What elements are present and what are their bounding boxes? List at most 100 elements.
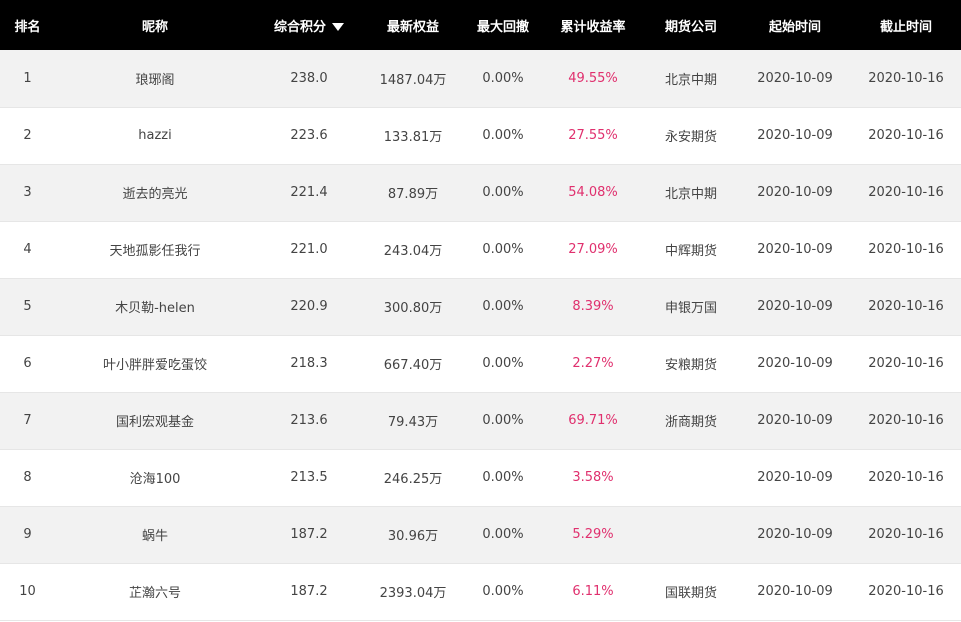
- cell-return-rate: 27.55%: [568, 128, 618, 143]
- table-row: 10 芷瀚六号 187.2 2393.04万 0.00% 6.11% 国联期货 2020-10…: [0, 563, 961, 620]
- cell-start-date: 2020-10-09: [757, 70, 833, 86]
- cell-nickname[interactable]: 琅琊阁: [55, 50, 255, 107]
- cell-return-rate: 49.55%: [568, 70, 618, 86]
- cell-rank: 5: [23, 299, 32, 314]
- cell-start-date: 2020-10-09: [757, 242, 833, 257]
- cell-drawdown: 0.00%: [482, 299, 524, 314]
- cell-equity: 30.96万: [387, 529, 439, 544]
- cell-end-date: 2020-10-16: [868, 584, 944, 599]
- cell-drawdown: 0.00%: [482, 584, 524, 599]
- cell-company: 安粮期货: [664, 358, 717, 373]
- cell-company: 永安期货: [664, 130, 717, 145]
- header-nickname: 昵称: [141, 19, 168, 35]
- table-row: 1 琅琊阁 238.0 1487.04万 0.00% 49.55% 北京中期 2020-10-…: [0, 50, 961, 107]
- cell-return-rate: 54.08%: [568, 185, 618, 200]
- cell-nickname[interactable]: 逝去的亮光: [55, 164, 255, 221]
- cell-score: 238.0: [290, 70, 328, 86]
- cell-company: 国联期货: [664, 586, 717, 601]
- cell-score: 218.3: [290, 356, 328, 371]
- cell-rank: 2: [23, 128, 32, 143]
- cell-start-date: 2020-10-09: [757, 413, 833, 428]
- cell-nickname[interactable]: 天地孤影任我行: [55, 221, 255, 278]
- cell-rank: 8: [23, 470, 32, 485]
- cell-return-rate: 6.11%: [572, 584, 614, 599]
- cell-equity: 87.89万: [387, 187, 439, 202]
- cell-company: 浙商期货: [664, 415, 717, 430]
- cell-start-date: 2020-10-09: [757, 299, 833, 314]
- cell-nickname[interactable]: 国利宏观基金: [55, 392, 255, 449]
- header-end-date: 截止时间: [879, 19, 932, 35]
- cell-equity: 300.80万: [383, 301, 443, 316]
- triangle-down-icon[interactable]: [332, 23, 344, 31]
- cell-equity: 79.43万: [387, 415, 439, 430]
- cell-score: 187.2: [290, 584, 328, 599]
- cell-drawdown: 0.00%: [482, 527, 524, 542]
- cell-score: 223.6: [290, 128, 328, 143]
- cell-rank: 10: [19, 584, 36, 599]
- cell-nickname[interactable]: 芷瀚六号: [55, 563, 255, 620]
- header-score[interactable]: 综合积分: [255, 0, 363, 50]
- table-row: 3 逝去的亮光 221.4 87.89万 0.00% 54.08% 北京中期 2020-10-…: [0, 164, 961, 221]
- cell-end-date: 2020-10-16: [868, 356, 944, 371]
- cell-start-date: 2020-10-09: [757, 584, 833, 599]
- cell-drawdown: 0.00%: [482, 356, 524, 371]
- cell-end-date: 2020-10-16: [868, 413, 944, 428]
- cell-end-date: 2020-10-16: [868, 128, 944, 143]
- cell-equity: 243.04万: [383, 244, 443, 259]
- cell-end-date: 2020-10-16: [868, 527, 944, 542]
- cell-company: 北京中期: [664, 72, 717, 88]
- header-return-rate: 累计收益率: [560, 19, 626, 35]
- cell-drawdown: 0.00%: [482, 413, 524, 428]
- cell-start-date: 2020-10-09: [757, 527, 833, 542]
- cell-company: [643, 449, 739, 506]
- cell-rank: 9: [23, 527, 32, 542]
- cell-rank: 4: [23, 242, 32, 257]
- cell-nickname[interactable]: hazzi: [55, 107, 255, 164]
- cell-drawdown: 0.00%: [482, 70, 524, 86]
- cell-rank: 1: [23, 70, 32, 86]
- header-score-label: 综合积分: [273, 19, 326, 35]
- cell-drawdown: 0.00%: [482, 185, 524, 200]
- cell-rank: 3: [23, 185, 32, 200]
- cell-score: 220.9: [290, 299, 328, 314]
- cell-end-date: 2020-10-16: [868, 242, 944, 257]
- cell-equity: 667.40万: [383, 358, 443, 373]
- ranking-table: 排名 昵称 综合积分 最新权益 最大回撤 累计收益率 期货公司 起始时间 截止时…: [0, 0, 961, 621]
- cell-return-rate: 27.09%: [568, 242, 618, 257]
- cell-drawdown: 0.00%: [482, 470, 524, 485]
- cell-score: 187.2: [290, 527, 328, 542]
- table-header-row: 排名 昵称 综合积分 最新权益 最大回撤 累计收益率 期货公司 起始时间 截止时…: [0, 0, 961, 50]
- header-drawdown: 最大回撤: [476, 19, 529, 35]
- cell-nickname[interactable]: 蜗牛: [55, 506, 255, 563]
- cell-return-rate: 2.27%: [572, 356, 614, 371]
- cell-rank: 7: [23, 413, 32, 428]
- cell-nickname[interactable]: 木贝勒-helen: [55, 278, 255, 335]
- header-equity: 最新权益: [386, 19, 439, 35]
- cell-company: 中辉期货: [664, 244, 717, 259]
- cell-score: 213.5: [290, 470, 328, 485]
- header-rank: 排名: [14, 19, 41, 35]
- cell-equity: 2393.04万: [379, 586, 447, 601]
- cell-start-date: 2020-10-09: [757, 470, 833, 485]
- cell-end-date: 2020-10-16: [868, 470, 944, 485]
- cell-start-date: 2020-10-09: [757, 128, 833, 143]
- cell-return-rate: 69.71%: [568, 413, 618, 428]
- header-company: 期货公司: [664, 19, 717, 35]
- cell-drawdown: 0.00%: [482, 242, 524, 257]
- cell-start-date: 2020-10-09: [757, 185, 833, 200]
- cell-start-date: 2020-10-09: [757, 356, 833, 371]
- header-start-date: 起始时间: [768, 19, 821, 35]
- cell-return-rate: 8.39%: [572, 299, 614, 314]
- table-row: 9 蜗牛 187.2 30.96万 0.00% 5.29% 2020-10-09 2020-1…: [0, 506, 961, 563]
- cell-score: 221.0: [290, 242, 328, 257]
- table-row: 2 hazzi 223.6 133.81万 0.00% 27.55% 永安期货 2020-10…: [0, 107, 961, 164]
- cell-rank: 6: [23, 356, 32, 371]
- cell-drawdown: 0.00%: [482, 128, 524, 143]
- cell-return-rate: 5.29%: [572, 527, 614, 542]
- cell-equity: 246.25万: [383, 472, 443, 487]
- cell-nickname[interactable]: 沧海100: [55, 449, 255, 506]
- table-row: 5 木贝勒-helen 220.9 300.80万 0.00% 8.39% 申银万国 2020…: [0, 278, 961, 335]
- cell-equity: 133.81万: [383, 130, 443, 145]
- cell-end-date: 2020-10-16: [868, 70, 944, 86]
- cell-nickname[interactable]: 叶小胖胖爱吃蛋饺: [55, 335, 255, 392]
